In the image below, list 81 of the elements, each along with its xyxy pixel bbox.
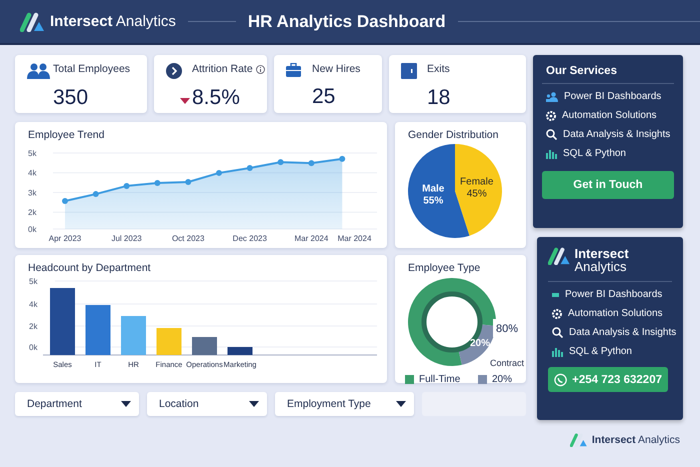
chevron-icon — [166, 63, 182, 79]
service-item: SQL & Python — [569, 346, 632, 357]
service-item: Power BI Dashboards — [565, 289, 662, 300]
card-title: Headcount by Department — [27, 261, 152, 276]
axis-label: 0k — [29, 343, 38, 352]
slice-label: Male — [422, 183, 444, 194]
data-point — [154, 180, 160, 186]
people-icon — [546, 92, 558, 102]
axis-label: Apr 2023 — [48, 234, 82, 243]
data-point — [216, 170, 222, 176]
people-icon — [27, 63, 51, 79]
kpi-value: 350 — [53, 86, 90, 110]
axis-label: Mar 2024 — [294, 234, 328, 243]
kpi-label: Total Employees — [53, 63, 130, 75]
slice-value: 45% — [466, 188, 487, 200]
axis-label: 5k — [29, 277, 38, 286]
search-icon — [552, 327, 563, 338]
caret-icon — [396, 401, 406, 407]
kpi-label: Exits — [427, 63, 450, 75]
slice-label: Female — [460, 176, 494, 188]
panel-title: Our Services — [542, 65, 674, 84]
logo-icon — [570, 433, 588, 447]
brand-name: Intersect Analytics — [574, 247, 629, 273]
service-item: Automation Solutions — [568, 308, 663, 319]
service-item: Automation Solutions — [562, 110, 657, 121]
card-title: Gender Distribution — [407, 128, 500, 143]
axis-label: Mar 2024 — [338, 234, 372, 243]
category-label: Contract — [490, 358, 524, 368]
brand-name: Intersect Analytics — [592, 434, 680, 446]
legend-label: 20% — [492, 374, 512, 385]
data-label: 80% — [496, 323, 518, 335]
logo-icon — [20, 12, 45, 32]
bar-chart-icon — [546, 148, 557, 158]
kpi-value: 18 — [427, 86, 452, 110]
axis-label: Jul 2023 — [111, 234, 142, 243]
service-item: Power BI Dashboards — [564, 91, 662, 102]
axis-label: 2k — [29, 322, 38, 331]
service-item: SQL & Python — [563, 148, 626, 159]
search-icon — [546, 129, 557, 140]
axis-label: Dec 2023 — [232, 234, 267, 243]
data-point — [92, 191, 99, 198]
briefcase-icon — [286, 63, 301, 77]
filter-dropdown[interactable]: Department — [15, 392, 139, 416]
data-point — [62, 198, 68, 204]
data-point — [339, 156, 346, 162]
axis-label: 2k — [28, 208, 36, 218]
service-item: Data Analysis & Insights — [563, 129, 670, 140]
gear-icon — [546, 110, 556, 120]
value-callout: 80% — [493, 319, 521, 337]
axis-label: Oct 2023 — [172, 234, 204, 243]
axis-label: 4k — [29, 300, 38, 309]
logo-icon — [548, 247, 570, 265]
phone-icon — [554, 372, 568, 386]
filter-dropdown[interactable]: Employment Type — [275, 392, 414, 416]
door-icon — [401, 63, 417, 79]
data-point — [308, 160, 314, 166]
caret-icon — [121, 401, 131, 407]
brand-name: Intersect Analytics — [50, 13, 176, 30]
kpi-value: 8.5% — [192, 86, 241, 110]
kpi-label: New Hires — [312, 63, 360, 75]
dash-icon — [552, 292, 559, 296]
kpi-label: Attrition Rate — [192, 63, 253, 75]
data-point — [246, 165, 253, 171]
data-point — [278, 159, 284, 166]
axis-label: 0k — [28, 225, 36, 234]
gear-icon — [552, 308, 562, 318]
axis-label: 3k — [28, 188, 36, 198]
axis-label: 4k — [28, 168, 36, 178]
filter-dropdown[interactable]: Location — [147, 392, 267, 416]
legend-label: Full-Time — [419, 374, 460, 385]
slice-value: 55% — [423, 195, 444, 206]
bar-chart-icon — [552, 346, 563, 356]
caret-icon — [249, 401, 259, 407]
service-item: Data Analysis & Insights — [569, 327, 676, 338]
dashboard-title: HR Analytics Dashboard — [248, 12, 446, 32]
card-title: Employee Type — [407, 261, 482, 276]
kpi-value: 25 — [312, 84, 336, 108]
card-title: Employee Trend — [27, 128, 106, 143]
data-point — [124, 182, 130, 189]
data-point — [185, 179, 192, 186]
axis-label: 5k — [28, 149, 36, 158]
